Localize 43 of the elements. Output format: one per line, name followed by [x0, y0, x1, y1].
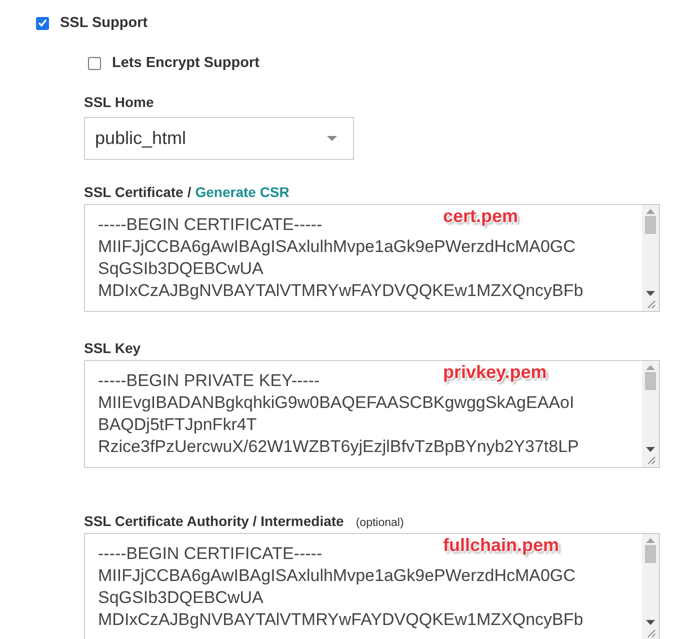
- caret-icon: [327, 136, 337, 141]
- resize-grip-icon[interactable]: [645, 627, 656, 638]
- text-line: Rzice3fPzUercwuX/62W1WZBT6yjEzjlBfvTzBpBYnyb2Y37t8LP: [98, 436, 579, 458]
- text-line: MDIxCzAJBgNVBAYTAlVTMRYwFAYDVQQKEw1MZXQncyBFb: [98, 280, 584, 302]
- checkbox[interactable]: [88, 56, 101, 70]
- annotation-label: privkey.pem: [443, 362, 547, 383]
- checkbox[interactable]: [36, 16, 49, 30]
- text-line: MDIxCzAJBgNVBAYTAlVTMRYwFAYDVQQKEw1MZXQncyBFb: [98, 609, 584, 631]
- scroll-up-icon[interactable]: [646, 538, 655, 543]
- text-line: -----BEGIN PRIVATE KEY-----: [98, 370, 320, 392]
- annotation-label: cert.pem: [443, 206, 518, 227]
- text-line: -----BEGIN CERTIFICATE-----: [98, 214, 322, 236]
- separator: /: [187, 184, 192, 200]
- optional-note: (optional): [356, 517, 404, 529]
- scroll-down-icon[interactable]: [646, 447, 655, 452]
- resize-grip-icon[interactable]: [645, 298, 656, 309]
- checkbox-label: Lets Encrypt Support: [112, 55, 260, 71]
- text-line: MIIEvgIBADANBgkqhkiG9w0BAQEFAASCBKgwggSkAgEAAoI: [98, 392, 574, 414]
- scroll-down-icon[interactable]: [646, 291, 655, 296]
- select-field[interactable]: public_html: [84, 117, 354, 160]
- scroll-up-icon[interactable]: [646, 365, 655, 370]
- scroll-thumb[interactable]: [645, 216, 656, 234]
- scrollbar[interactable]: [642, 361, 659, 467]
- annotation-label: fullchain.pem: [443, 535, 560, 556]
- text-line: SqGSIb3DQEBCwUA: [98, 587, 264, 609]
- field-label: SSL Certificate Authority / Intermediate: [84, 513, 344, 529]
- scroll-up-icon[interactable]: [646, 209, 655, 214]
- field-label: SSL Certificate: [84, 184, 184, 200]
- generate-csr-link[interactable]: Generate CSR: [195, 184, 290, 200]
- text-line: MIIFJjCCBA6gAwIBAgISAxlulhMvpe1aGk9ePWerzdHcMA0GC: [98, 236, 576, 258]
- field-label: SSL Key: [84, 340, 141, 356]
- text-line: MIIFJjCCBA6gAwIBAgISAxlulhMvpe1aGk9ePWerzdHcMA0GC: [98, 565, 576, 587]
- scrollbar[interactable]: [642, 205, 659, 311]
- text-line: SqGSIb3DQEBCwUA: [98, 258, 264, 280]
- text-line: -----BEGIN CERTIFICATE-----: [98, 543, 322, 565]
- checkbox-label: SSL Support: [60, 15, 148, 31]
- text-line: BAQDj5tFTJpnFkr4T: [98, 414, 257, 436]
- field-label: SSL Home: [84, 94, 155, 110]
- scroll-thumb[interactable]: [645, 545, 656, 563]
- scroll-thumb[interactable]: [645, 372, 656, 390]
- scroll-down-icon[interactable]: [646, 620, 655, 625]
- resize-grip-icon[interactable]: [645, 454, 656, 465]
- scrollbar[interactable]: [642, 534, 659, 639]
